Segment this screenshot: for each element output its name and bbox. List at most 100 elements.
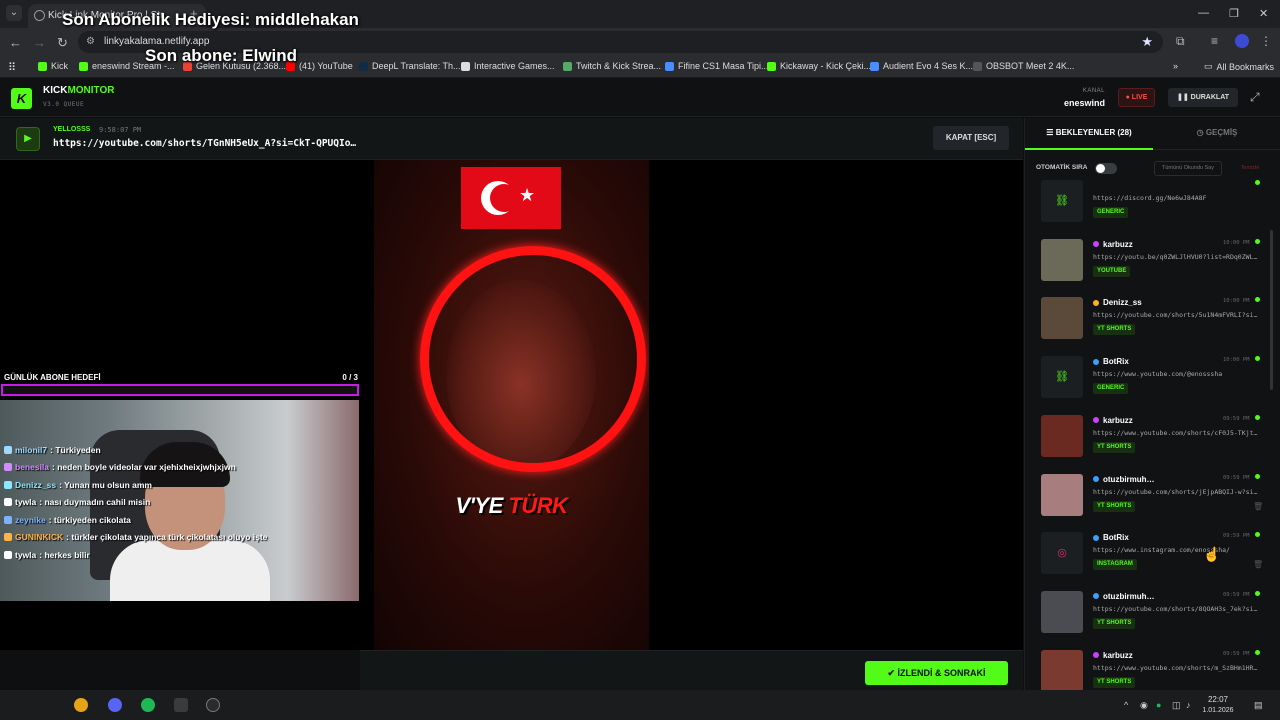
close-window-icon[interactable]: ✕ xyxy=(1259,7,1268,20)
tab-history[interactable]: ◷ GEÇMİŞ xyxy=(1153,118,1280,150)
bookmark-audient[interactable]: Audient Evo 4 Ses K... xyxy=(870,61,973,71)
queue-item[interactable]: ⛓ https://discord.gg/Ne6wJ84A8F GENERIC xyxy=(1035,174,1267,229)
minimize-icon[interactable]: — xyxy=(1198,7,1209,19)
tray-spotify-icon[interactable]: ● xyxy=(1156,700,1161,710)
tray-volume-icon[interactable]: ♪ xyxy=(1186,700,1191,710)
trash-icon[interactable]: 🗑 xyxy=(1253,502,1263,511)
queue-item-user: otuzbirmuh… xyxy=(1093,592,1155,601)
queue-item[interactable]: karbuzz 10:00 PM https://youtu.be/q0ZWLJlH… xyxy=(1035,233,1267,288)
chat-text: : türkiyeden cikolata xyxy=(48,514,131,525)
link-icon: ⛓ xyxy=(1055,195,1069,207)
queue-item-url[interactable]: https://youtube.com/shorts/jEjpABQIJ-w?s… xyxy=(1093,488,1265,496)
queue-item[interactable]: otuzbirmuh… 09:59 PM https://youtube.com/s… xyxy=(1035,468,1267,523)
obs-taskbar-icon[interactable] xyxy=(206,698,220,712)
queue-item[interactable]: karbuzz 09:59 PM https://www.youtube.com/s… xyxy=(1035,409,1267,464)
apps-icon[interactable]: ⠿ xyxy=(8,61,16,74)
chat-username: tywla xyxy=(15,497,37,508)
user-dot-icon xyxy=(1093,476,1099,482)
online-status-icon xyxy=(1255,356,1260,362)
video-stage: ★ V'YE TÜRK GÜNLÜK ABONE HEDEFİ 0 / 3 xyxy=(0,160,1023,650)
queue-item-username: otuzbirmuh… xyxy=(1103,591,1155,601)
check-icon xyxy=(870,61,879,71)
queue-item-tag: YT SHORTS xyxy=(1093,676,1136,688)
bookmark-star-icon[interactable]: ★ xyxy=(1141,34,1153,50)
chat-text: : herkes bilir xyxy=(39,549,90,560)
popout-icon[interactable]: ⤢ xyxy=(1250,90,1260,105)
auto-queue-label: OTOMATİK SIRA xyxy=(1036,164,1088,171)
user-dot-icon xyxy=(1093,652,1099,659)
goal-count: 0 / 3 xyxy=(342,373,358,382)
video-player[interactable]: ★ V'YE TÜRK xyxy=(374,160,649,650)
bookmark-fifine[interactable]: Fifine CS1 Masa Tipi... xyxy=(665,61,769,71)
taskbar-time[interactable]: 22:07 xyxy=(1196,695,1240,704)
bookmarks-overflow-icon[interactable]: » xyxy=(1173,61,1178,71)
taskbar-date[interactable]: 1.01.2026 xyxy=(1196,707,1240,714)
user-dot-icon xyxy=(1093,299,1099,306)
tray-network-icon[interactable]: ◫ xyxy=(1172,700,1181,711)
queue-item-url[interactable]: https://youtu.be/q0ZWLJlHVU0?list=RDq0ZW… xyxy=(1093,253,1265,261)
queue-item[interactable]: karbuzz 09:59 PM https://www.youtube.com/s… xyxy=(1035,644,1267,690)
kick-icon xyxy=(38,61,47,71)
bookmark-twitch-kick[interactable]: Twitch & Kick Strea... xyxy=(563,61,661,71)
queue-item[interactable]: ⛓ BotRix 10:00 PM https://www.youtube.com/@… xyxy=(1035,350,1267,405)
tray-overflow-icon[interactable]: ^ xyxy=(1124,700,1128,710)
queue-item-url[interactable]: https://discord.gg/Ne6wJ84A8F xyxy=(1093,194,1265,202)
queue-item-user: karbuzz xyxy=(1093,416,1133,425)
queue-item-user: karbuzz xyxy=(1093,240,1133,249)
extensions-icon[interactable]: ⧉ xyxy=(1176,34,1185,49)
chat-badge-icon xyxy=(4,480,12,489)
crescent-cut xyxy=(490,184,518,212)
chat-username: GUNINKICK xyxy=(15,532,64,543)
queue-item-tag: INSTAGRAM xyxy=(1093,559,1137,571)
app-taskbar-icon[interactable] xyxy=(174,698,188,712)
chat-message: benesila: neden boyle videolar var xjehi… xyxy=(0,459,360,477)
close-button[interactable]: KAPAT [ESC] xyxy=(933,126,1009,150)
chat-text: : Yunan mu olsun amm xyxy=(59,479,152,490)
tab-queue[interactable]: ☰ BEKLEYENLER (28) xyxy=(1025,118,1153,150)
site-info-icon[interactable]: ⚙ xyxy=(86,36,95,47)
queue-item-url[interactable]: https://www.instagram.com/enosssha/ xyxy=(1093,546,1265,554)
star-icon: ★ xyxy=(519,185,536,205)
auto-queue-toggle[interactable] xyxy=(1095,163,1117,174)
maximize-icon[interactable]: ❐ xyxy=(1229,7,1239,20)
check-icon xyxy=(665,61,674,71)
bookmark-interactive-games[interactable]: Interactive Games... xyxy=(461,61,555,71)
bookmark-obsbot[interactable]: OBSBOT Meet 2 4K... xyxy=(973,61,1074,71)
queue-item[interactable]: otuzbirmuh… 09:59 PM https://youtube.com/s… xyxy=(1035,585,1267,640)
bookmark-kick[interactable]: Kick xyxy=(38,61,68,71)
pause-button[interactable]: ❚❚ DURAKLAT xyxy=(1168,88,1238,107)
forward-icon[interactable]: → xyxy=(33,35,46,50)
profile-avatar[interactable] xyxy=(1235,34,1249,48)
trash-icon[interactable]: 🗑 xyxy=(1253,560,1263,569)
chrome-taskbar-icon[interactable] xyxy=(74,698,88,712)
menu-icon[interactable]: ⋮ xyxy=(1260,34,1272,48)
discord-taskbar-icon[interactable] xyxy=(108,698,122,712)
chat-badge-icon xyxy=(4,498,12,507)
queue-item-url[interactable]: https://www.youtube.com/shorts/cF0J5-TKj… xyxy=(1093,429,1265,437)
reload-icon[interactable]: ↻ xyxy=(57,35,68,51)
spotify-taskbar-icon[interactable] xyxy=(141,698,155,712)
queue-item[interactable]: ◎ BotRix 09:59 PM https://www.instagram.com… xyxy=(1035,526,1267,581)
queue-item-url[interactable]: https://www.youtube.com/shorts/m_SzBHm1H… xyxy=(1093,664,1265,672)
tab-search-dropdown-icon[interactable]: ⌄ xyxy=(6,5,22,21)
watched-next-button[interactable]: ✔ İZLENDİ & SONRAKİ xyxy=(865,661,1008,685)
bookmark-kickaway[interactable]: Kickaway - Kick Çeki... xyxy=(767,61,871,71)
queue-item[interactable]: Denizz_ss 10:00 PM https://youtube.com/sho… xyxy=(1035,291,1267,346)
bookmark-deepl[interactable]: DeepL Translate: Th... xyxy=(359,61,461,71)
all-bookmarks[interactable]: ▭ All Bookmarks xyxy=(1204,61,1274,72)
queue-item-url[interactable]: https://www.youtube.com/@enosssha xyxy=(1093,370,1265,378)
queue-item-url[interactable]: https://youtube.com/shorts/8QOAH3s_7ek?s… xyxy=(1093,605,1265,613)
back-icon[interactable]: ← xyxy=(9,35,22,50)
media-control-icon[interactable]: ≡ xyxy=(1211,34,1218,48)
queue-item-url[interactable]: https://youtube.com/shorts/5u1N4mFVRLI?s… xyxy=(1093,311,1265,319)
user-dot-icon xyxy=(1093,417,1099,424)
chat-badge-icon xyxy=(4,533,12,542)
queue-item-time: 09:59 PM xyxy=(1223,533,1250,540)
chat-message: milonil7: Türkiyeden xyxy=(0,441,360,459)
tray-discord-icon[interactable]: ◉ xyxy=(1140,700,1148,711)
chat-badge-icon xyxy=(4,463,12,472)
queue-scrollbar[interactable] xyxy=(1270,230,1273,390)
live-button[interactable]: ● LIVE xyxy=(1118,88,1155,107)
now-playing-url[interactable]: https://youtube.com/shorts/TGnNH5eUx_A?s… xyxy=(53,138,356,149)
notification-icon[interactable]: ▤ xyxy=(1254,700,1263,711)
